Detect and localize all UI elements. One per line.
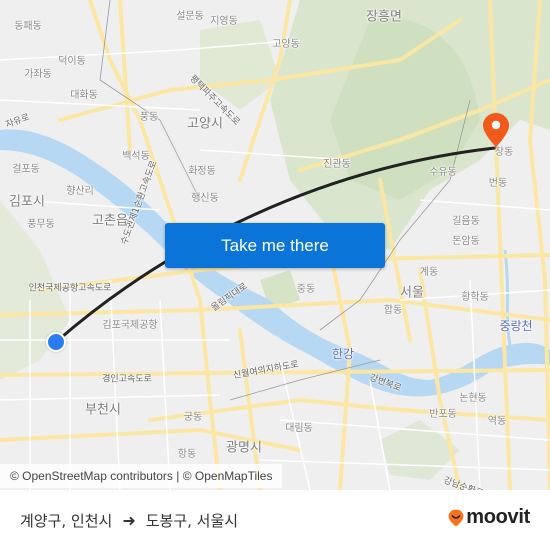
map-label-place: 창동 [494,147,514,158]
map-label-city: 고양시 [187,116,223,132]
map-canvas[interactable]: 설문동 지영동 동패동덕이동가좌동대화동풍동 고양동 장흥면고양시백석동화정동행신동 진관… [0,0,550,490]
map-label-place: 걸포동 [12,164,40,175]
attribution-text: © OpenStreetMap contributors | © OpenMap… [10,469,273,483]
map-label-city: 장흥면 [366,9,402,25]
map-label-place: 황학동 [461,292,489,303]
arrow-right-icon: ➜ [122,510,136,530]
map-label-place: 길음동 [452,216,480,227]
map-label-river: 중랑천 [499,319,533,333]
map-label-place: 궁동 [183,412,203,423]
destination-label: 도봉구, 서울시 [145,511,239,530]
map-label-place: 돈암동 [452,236,480,247]
map-label-place: 백석동 [122,151,150,162]
map-label-place: 번동 [488,178,508,189]
map-label-place: 풍무동 [27,219,55,230]
map-label-road: 경인고속도로 [102,374,152,385]
map-label-place: 계동 [419,267,439,278]
map-label-place: 대림동 [285,423,313,434]
map-label-place: 설문동 [176,11,204,22]
origin-label: 계양구, 인천시 [20,511,113,530]
map-label-place: 역동 [487,416,507,427]
map-label-place: 풍동 [139,112,159,123]
map-label-place: 가좌동 [24,69,52,80]
map-label-river: 한강 [331,347,355,361]
origin-marker[interactable] [46,332,66,352]
take-me-there-button[interactable]: Take me there [165,223,385,268]
map-label-city: 김포시 [9,194,45,210]
map-label-city: 부천시 [85,402,121,418]
map-label-place: 행신동 [191,193,219,204]
map-label-city: 고촌읍 [92,213,128,229]
destination-marker[interactable] [482,112,510,148]
map-label-place: 김포국제공항 [102,320,158,331]
map-label-place: 진관동 [323,159,351,170]
map-label-place: 고양동 [272,39,300,50]
map-label-place: 논현동 [459,393,487,404]
map-label-road: 인천국제공항고속도로 [28,283,112,294]
map-label-city: 서울 [400,285,424,301]
map-label-place: 합동 [383,305,403,316]
map-label-place: 화정동 [188,166,216,177]
map-attribution[interactable]: © OpenStreetMap contributors | © OpenMap… [0,464,283,488]
map-pin-icon [483,113,509,147]
map-label-place: 덕이동 [58,56,86,67]
map-label-place: 동패동 [14,21,42,32]
map-label-place: 대화동 [70,90,98,101]
map-label-city: 광명시 [226,440,262,456]
moovit-logo[interactable]: moovit [448,506,530,529]
map-label-place: 향산리 [66,186,94,197]
map-label-place: 항동 [177,449,197,460]
map-label-place: 중동 [296,284,316,295]
moovit-pin-icon [448,509,464,526]
map-label-place: 수유동 [429,167,457,178]
map-label-place: 반포동 [429,409,457,420]
brand-name: moovit [466,506,530,528]
route-summary: 계양구, 인천시 ➜ 도봉구, 서울시 [20,510,238,531]
map-label-place: 지영동 [210,16,238,27]
footer-bar: 계양구, 인천시 ➜ 도봉구, 서울시 moovit [0,490,550,550]
